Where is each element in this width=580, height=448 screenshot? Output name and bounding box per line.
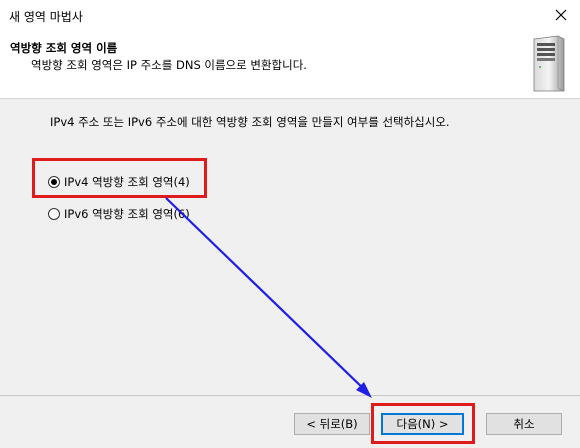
server-icon xyxy=(533,35,565,92)
ipv6-label[interactable]: IPv6 역방향 조회 영역(6) xyxy=(64,206,190,222)
wizard-body: IPv4 주소 또는 IPv6 주소에 대한 역방향 조회 영역을 만들지 여부… xyxy=(0,99,580,395)
ipv6-option[interactable]: IPv6 역방향 조회 영역(6) xyxy=(48,206,190,222)
page-title: 역방향 조회 영역 이름 xyxy=(10,41,118,55)
page-subtitle: 역방향 조회 영역은 IP 주소를 DNS 이름으로 변환합니다. xyxy=(31,58,307,72)
ipv6-radio[interactable] xyxy=(48,208,60,220)
wizard-footer: < 뒤로(B) 다음(N) > 취소 xyxy=(0,395,580,448)
highlight-ipv4-box xyxy=(32,158,207,198)
wizard-header: 역방향 조회 영역 이름 역방향 조회 영역은 IP 주소를 DNS 이름으로 … xyxy=(0,32,580,99)
window-title: 새 영역 마법사 xyxy=(9,10,83,24)
instruction-text: IPv4 주소 또는 IPv6 주소에 대한 역방향 조회 영역을 만들지 여부… xyxy=(50,115,450,129)
back-button[interactable]: < 뒤로(B) xyxy=(294,413,370,435)
title-bar: 새 영역 마법사 xyxy=(0,0,580,32)
highlight-next-box xyxy=(371,403,475,444)
cancel-button[interactable]: 취소 xyxy=(486,413,562,435)
close-button[interactable] xyxy=(548,3,574,27)
close-icon xyxy=(555,9,567,21)
